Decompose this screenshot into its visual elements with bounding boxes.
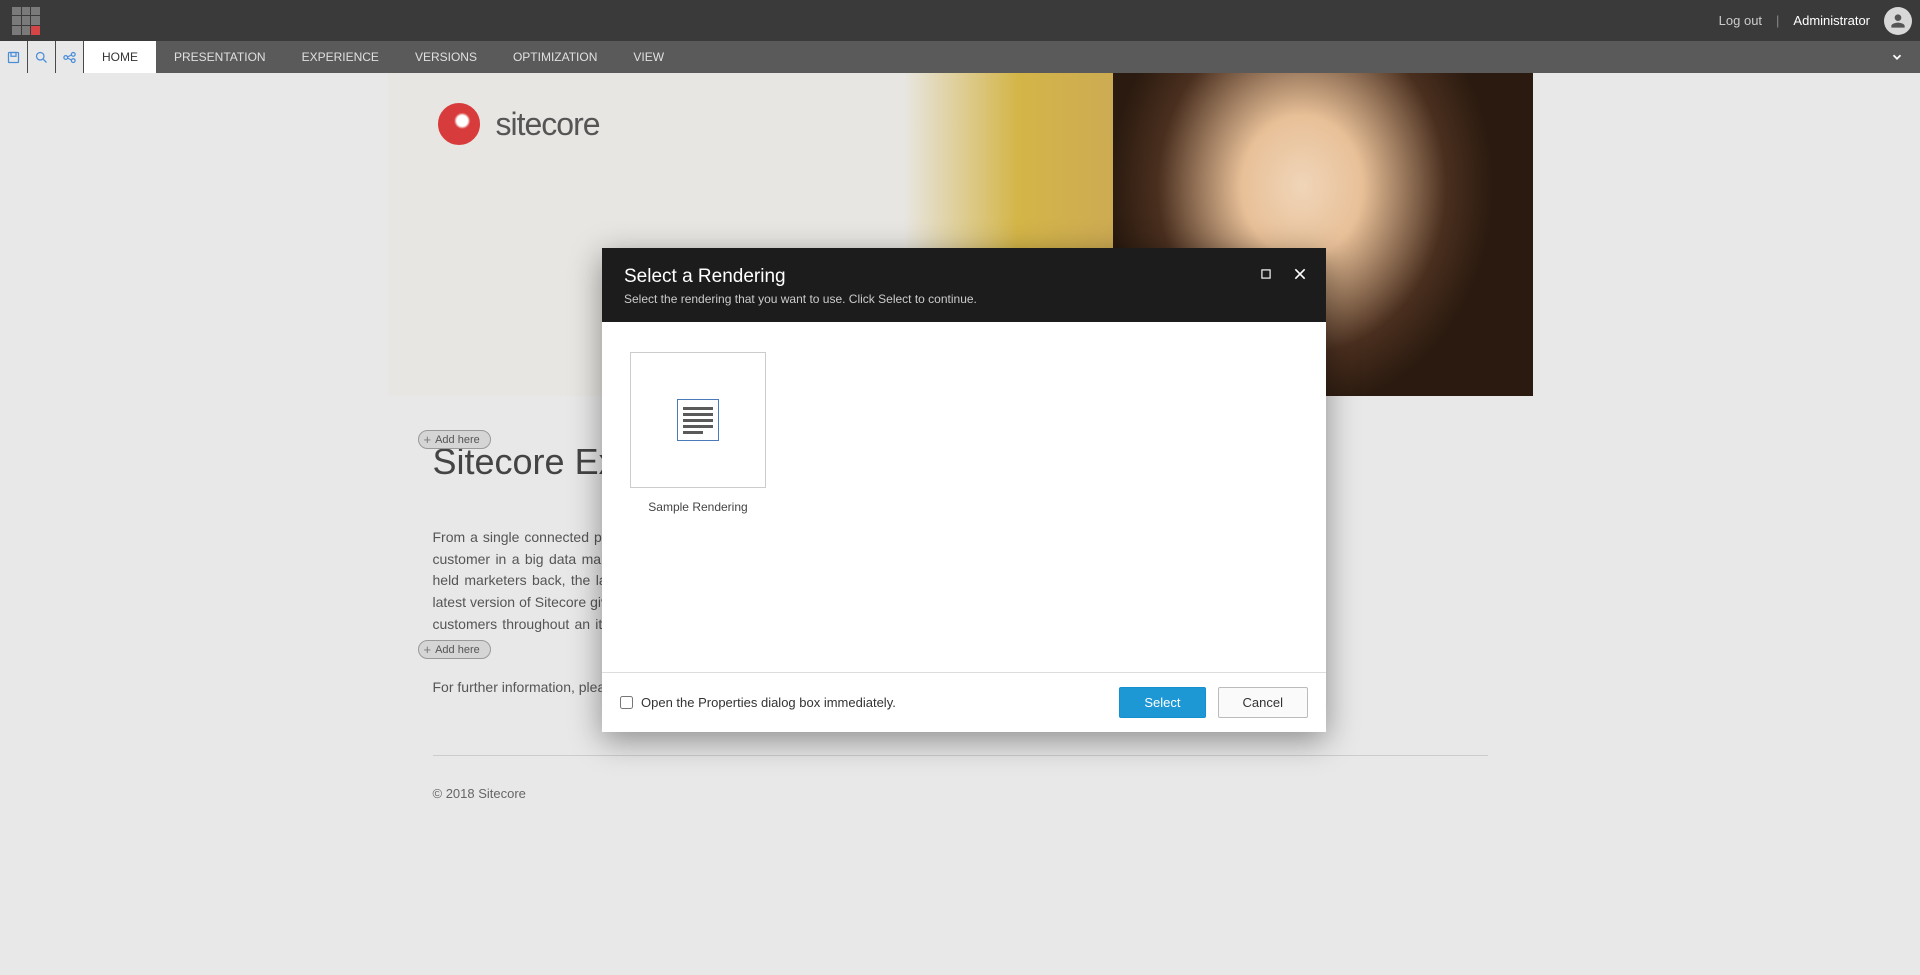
select-button[interactable]: Select (1119, 687, 1205, 718)
user-avatar-icon[interactable] (1884, 7, 1912, 35)
plus-icon: + (424, 642, 432, 657)
select-rendering-dialog: Select a Rendering Select the rendering … (602, 248, 1326, 732)
workflow-icon[interactable] (56, 41, 84, 73)
rendering-thumbnail (630, 352, 766, 488)
sitecore-launchpad-icon[interactable] (12, 7, 40, 35)
document-icon (677, 399, 719, 441)
separator: | (1776, 13, 1779, 28)
dialog-subtitle: Select the rendering that you want to us… (624, 292, 1304, 306)
top-app-bar: Log out | Administrator (0, 0, 1920, 41)
brand-text: sitecore (496, 106, 600, 143)
cancel-button[interactable]: Cancel (1218, 687, 1308, 718)
add-component-button-bottom[interactable]: + Add here (418, 640, 491, 659)
tab-presentation[interactable]: PRESENTATION (156, 41, 284, 73)
footer-copyright: © 2018 Sitecore (433, 786, 1488, 851)
tab-home[interactable]: HOME (84, 41, 156, 73)
ribbon-tabs: HOME PRESENTATION EXPERIENCE VERSIONS OP… (0, 41, 1920, 73)
sitecore-logo-icon (438, 103, 480, 145)
add-here-label: Add here (435, 644, 480, 656)
tab-versions[interactable]: VERSIONS (397, 41, 495, 73)
open-properties-checkbox[interactable] (620, 696, 633, 709)
rendering-label: Sample Rendering (630, 500, 766, 514)
divider (433, 755, 1488, 756)
tab-optimization[interactable]: OPTIMIZATION (495, 41, 615, 73)
open-properties-checkbox-label[interactable]: Open the Properties dialog box immediate… (620, 695, 896, 710)
search-icon[interactable] (28, 41, 56, 73)
add-here-label: Add here (435, 434, 480, 446)
ribbon-collapse-icon[interactable] (1890, 41, 1904, 73)
tab-experience[interactable]: EXPERIENCE (284, 41, 397, 73)
save-icon[interactable] (0, 41, 28, 73)
logout-link[interactable]: Log out (1719, 13, 1762, 28)
rendering-option-sample[interactable]: Sample Rendering (630, 352, 766, 514)
dialog-title: Select a Rendering (624, 266, 1304, 288)
maximize-icon[interactable] (1258, 266, 1274, 282)
plus-icon: + (424, 432, 432, 447)
current-user-label[interactable]: Administrator (1793, 13, 1870, 28)
checkbox-text: Open the Properties dialog box immediate… (641, 695, 896, 710)
add-component-button-top[interactable]: + Add here (418, 430, 491, 449)
tab-view[interactable]: VIEW (615, 41, 682, 73)
close-icon[interactable] (1292, 266, 1308, 282)
